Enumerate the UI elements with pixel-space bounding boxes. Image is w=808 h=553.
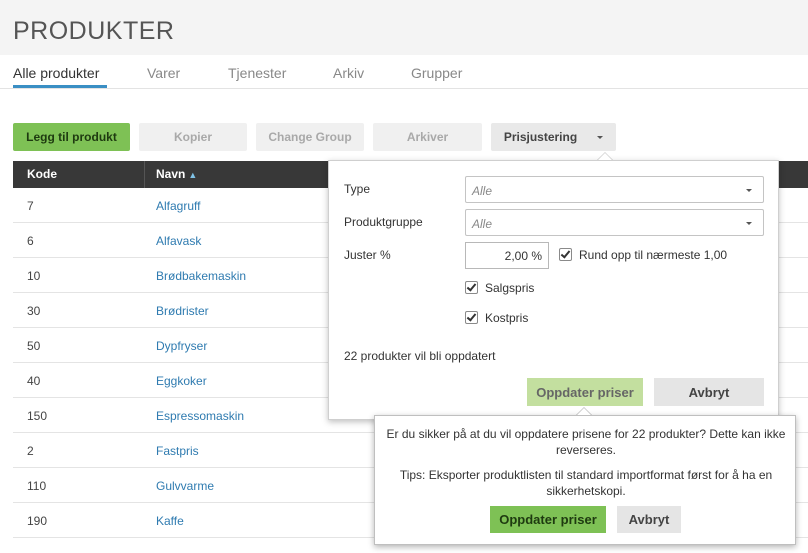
- round-up-label: Rund opp til nærmeste 1,00: [579, 248, 728, 262]
- sales-price-checkbox[interactable]: [465, 281, 478, 294]
- cost-price-label: Kostpris: [485, 311, 529, 325]
- product-code: 2: [27, 444, 34, 458]
- backup-tip: Tips: Eksporter produktlisten til standa…: [399, 468, 773, 498]
- price-adjust-button[interactable]: Prisjustering: [491, 123, 616, 151]
- checkmark-icon: [466, 311, 477, 322]
- tab-goods[interactable]: Varer: [147, 65, 180, 81]
- product-name-link[interactable]: Fastpris: [156, 444, 199, 458]
- confirm-update-prices-button[interactable]: Oppdater priser: [490, 506, 606, 533]
- confirm-popover: Er du sikker på at du vil oppdatere pris…: [374, 415, 796, 545]
- product-code: 40: [27, 374, 41, 388]
- product-name-link[interactable]: Alfagruff: [156, 199, 200, 213]
- column-divider: [144, 161, 145, 188]
- adjust-percent-input[interactable]: [465, 242, 549, 269]
- affected-count-text: 22 produkter vil bli oppdatert: [344, 349, 496, 363]
- price-adjust-label: Prisjustering: [503, 130, 578, 144]
- product-name-link[interactable]: Espressomaskin: [156, 409, 244, 423]
- product-code: 30: [27, 304, 41, 318]
- product-name-link[interactable]: Alfavask: [156, 234, 201, 248]
- adjust-percent-label: Juster %: [344, 248, 391, 262]
- tab-groups[interactable]: Grupper: [411, 65, 462, 81]
- price-adjust-popover: Type Alle Produktgruppe Alle Juster % Ru…: [328, 160, 779, 420]
- tab-services[interactable]: Tjenester: [228, 65, 286, 81]
- popover-arrow-fill: [598, 153, 612, 160]
- round-up-checkbox[interactable]: [559, 248, 572, 261]
- tab-all-products[interactable]: Alle produkter: [13, 65, 99, 81]
- chevron-down-icon: [746, 222, 752, 225]
- tab-bar: Alle produkter Varer Tjenester Arkiv Gru…: [0, 55, 808, 89]
- product-group-select-value: Alle: [472, 217, 493, 231]
- product-code: 190: [27, 514, 48, 528]
- product-code: 110: [27, 479, 47, 493]
- product-name-link[interactable]: Brødbakemaskin: [156, 269, 246, 283]
- product-name-link[interactable]: Eggkoker: [156, 374, 207, 388]
- change-group-button[interactable]: Change Group: [256, 123, 364, 151]
- copy-button[interactable]: Kopier: [139, 123, 247, 151]
- active-tab-indicator: [13, 85, 107, 88]
- product-name-link[interactable]: Kaffe: [156, 514, 184, 528]
- type-select[interactable]: Alle: [465, 176, 764, 203]
- sort-ascending-icon: ▲: [188, 170, 198, 180]
- archive-button[interactable]: Arkiver: [373, 123, 482, 151]
- checkmark-icon: [466, 281, 477, 292]
- chevron-down-icon: [746, 189, 752, 192]
- product-code: 6: [27, 234, 34, 248]
- cancel-button[interactable]: Avbryt: [654, 378, 764, 406]
- product-group-label: Produktgruppe: [344, 215, 423, 229]
- product-code: 7: [27, 199, 34, 213]
- product-name-link[interactable]: Dypfryser: [156, 339, 207, 353]
- confirm-message: Er du sikker på at du vil oppdatere pris…: [386, 427, 786, 457]
- chevron-down-icon: [597, 135, 604, 139]
- tab-archive[interactable]: Arkiv: [333, 65, 364, 81]
- checkmark-icon: [560, 248, 571, 259]
- product-group-select[interactable]: Alle: [465, 209, 764, 236]
- product-code: 150: [27, 409, 48, 423]
- type-select-value: Alle: [472, 184, 493, 198]
- product-code: 10: [27, 269, 41, 283]
- column-header-name[interactable]: Navn ▲: [156, 167, 197, 181]
- confirm-cancel-button[interactable]: Avbryt: [617, 506, 681, 533]
- column-header-name-label: Navn: [156, 167, 186, 181]
- type-label: Type: [344, 182, 371, 196]
- product-name-link[interactable]: Gulvvarme: [156, 479, 214, 493]
- cost-price-checkbox[interactable]: [465, 311, 478, 324]
- column-header-code[interactable]: Kode: [27, 167, 57, 181]
- product-code: 50: [27, 339, 41, 353]
- update-prices-button[interactable]: Oppdater priser: [527, 378, 643, 406]
- page-title: PRODUKTER: [13, 17, 175, 45]
- confirm-popover-arrow-fill: [577, 408, 591, 415]
- product-name-link[interactable]: Brødrister: [156, 304, 209, 318]
- sales-price-label: Salgspris: [485, 281, 535, 295]
- add-product-button[interactable]: Legg til produkt: [13, 123, 130, 151]
